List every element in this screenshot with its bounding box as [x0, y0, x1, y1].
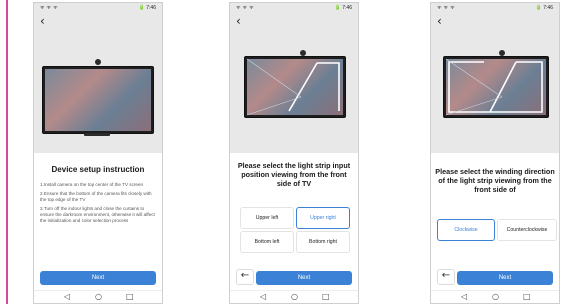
light-strip-loop: [448, 61, 543, 113]
left-accent-rule: [6, 0, 8, 304]
back-chevron-icon[interactable]: ‹: [40, 15, 45, 27]
page-title: Device setup instruction: [51, 165, 145, 174]
option-bottom-left[interactable]: Bottom left: [240, 231, 294, 253]
previous-arrow-button[interactable]: ←: [437, 269, 455, 285]
tv-screen: [45, 69, 151, 131]
next-button[interactable]: Next: [40, 271, 156, 285]
light-strip-diagram: [246, 58, 340, 116]
signal-icons: ᯤ ᯤ ᯤ: [437, 5, 455, 11]
status-bar: ᯤ ᯤ ᯤ 🔋 7:46: [230, 3, 358, 13]
signal-icons: ᯤ ᯤ ᯤ: [236, 5, 254, 11]
nav-back-icon[interactable]: ◁: [461, 293, 467, 301]
step-2: 2.Ensure that the bottom of the camera f…: [40, 191, 152, 202]
phone-screen-setup-instruction: ᯤ ᯤ ᯤ 🔋 7:46 ‹ Device setup instruction …: [33, 2, 163, 304]
battery-clock: 🔋 7:46: [334, 5, 352, 11]
next-button[interactable]: Next: [256, 271, 352, 285]
instruction-card: Device setup instruction 1.Install camer…: [34, 153, 162, 303]
tv-illustration: [42, 66, 154, 134]
diagonal-guide: [246, 96, 302, 116]
status-bar: ᯤ ᯤ ᯤ 🔋 7:46: [34, 3, 162, 13]
signal-icons: ᯤ ᯤ ᯤ: [40, 5, 58, 11]
next-button[interactable]: Next: [457, 271, 553, 285]
light-strip-lead: [288, 62, 318, 112]
tv-stand: [84, 133, 110, 136]
status-bar: ᯤ ᯤ ᯤ 🔋 7:46: [431, 3, 559, 13]
option-counterclockwise[interactable]: Counterclockwise: [497, 219, 557, 241]
phone-screen-winding-direction: ᯤ ᯤ ᯤ 🔋 7:46 ‹ Please select the winding…: [430, 2, 560, 304]
phone-screen-input-position: ᯤ ᯤ ᯤ 🔋 7:46 ‹ Please select the light s…: [229, 2, 359, 304]
light-strip-path: [317, 62, 340, 111]
back-chevron-icon[interactable]: ‹: [236, 15, 241, 27]
light-strip-lead: [489, 61, 517, 113]
step-3: 3.Turn off the indoor lights and close t…: [40, 206, 155, 223]
nav-home-icon[interactable]: ○: [291, 293, 298, 301]
nav-recent-icon[interactable]: □: [523, 293, 531, 301]
tv-illustration: [244, 56, 346, 118]
diagonal-guide: [445, 58, 503, 98]
nav-recent-icon[interactable]: □: [322, 293, 330, 301]
nav-home-icon[interactable]: ○: [95, 293, 102, 301]
selection-card: Please select the light strip input posi…: [230, 153, 358, 303]
option-clockwise[interactable]: Clockwise: [437, 219, 495, 241]
android-nav-bar: ◁ ○ □: [431, 290, 559, 303]
previous-arrow-button[interactable]: ←: [236, 269, 254, 285]
android-nav-bar: ◁ ○ □: [34, 290, 162, 303]
page-title: Please select the winding direction of t…: [435, 167, 555, 194]
android-nav-bar: ◁ ○ □: [230, 290, 358, 303]
option-upper-left[interactable]: Upper left: [240, 207, 294, 229]
selection-card: Please select the winding direction of t…: [431, 153, 559, 303]
nav-back-icon[interactable]: ◁: [64, 293, 70, 301]
back-chevron-icon[interactable]: ‹: [437, 15, 442, 27]
camera-icon: [95, 59, 101, 65]
tv-illustration: [443, 56, 549, 118]
option-bottom-right[interactable]: Bottom right: [296, 231, 350, 253]
battery-clock: 🔋 7:46: [535, 5, 553, 11]
diagonal-guide: [246, 58, 302, 98]
page-title: Please select the light strip input posi…: [237, 161, 351, 188]
option-upper-right[interactable]: Upper right: [296, 207, 350, 229]
nav-home-icon[interactable]: ○: [492, 293, 499, 301]
nav-back-icon[interactable]: ◁: [260, 293, 266, 301]
nav-recent-icon[interactable]: □: [126, 293, 134, 301]
light-strip-diagram: [445, 58, 543, 116]
step-1: 1.Install camera on the top center of th…: [40, 182, 144, 187]
battery-clock: 🔋 7:46: [138, 5, 156, 11]
